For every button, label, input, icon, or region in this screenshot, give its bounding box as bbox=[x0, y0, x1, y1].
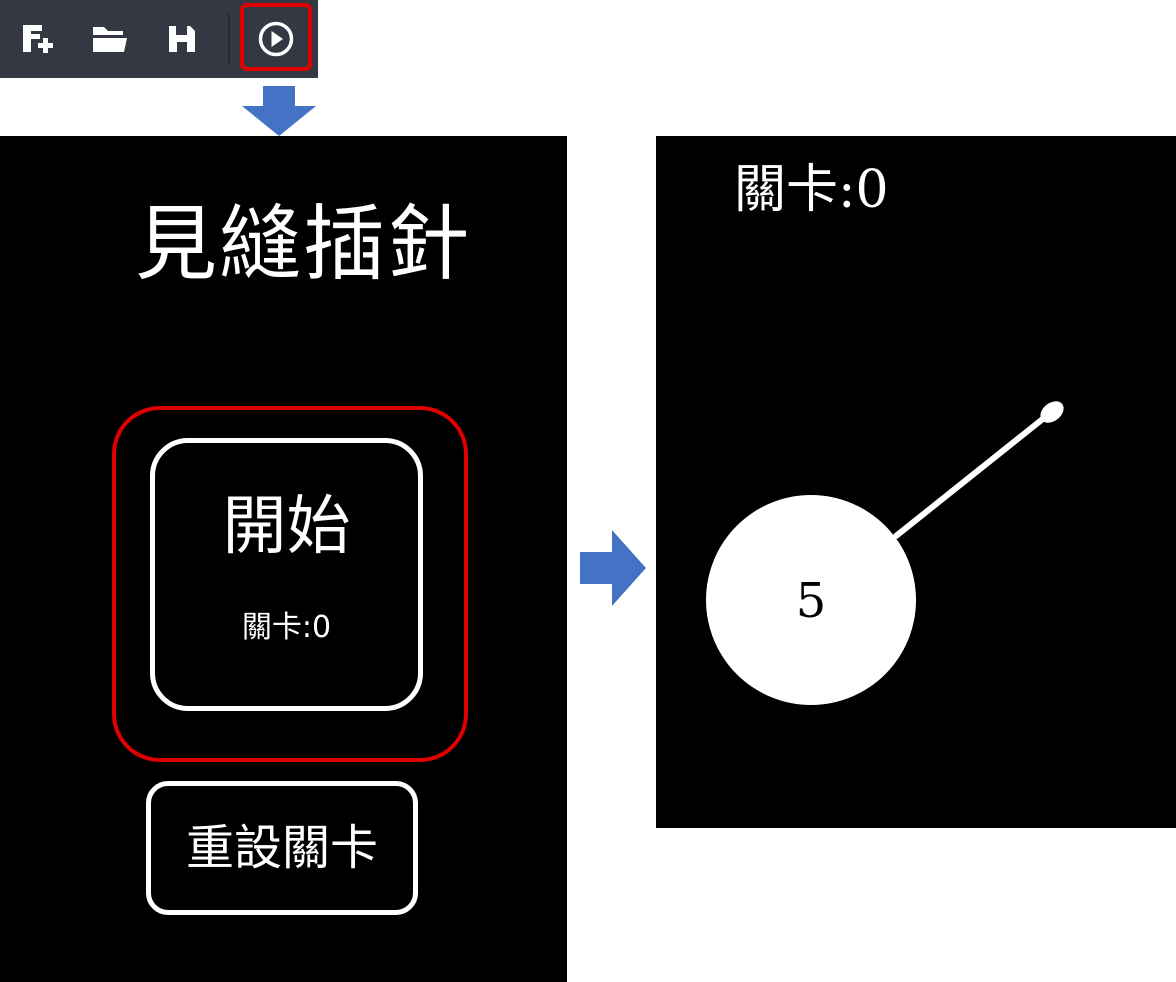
arrow-down-icon bbox=[242, 86, 316, 136]
target-circle-value: 5 bbox=[796, 573, 827, 629]
editor-toolbar bbox=[0, 0, 318, 78]
reset-level-button[interactable]: 重設關卡 bbox=[146, 781, 418, 915]
add-file-icon bbox=[23, 25, 53, 53]
new-project-button[interactable] bbox=[15, 17, 59, 61]
arrow-right-icon bbox=[580, 530, 646, 606]
play-circle-icon bbox=[258, 21, 294, 57]
game-canvas[interactable]: 5 bbox=[656, 136, 1176, 828]
gameplay-screen: 關卡:0 5 bbox=[656, 136, 1176, 828]
folder-open-icon bbox=[93, 27, 127, 52]
toolbar-separator bbox=[228, 14, 230, 64]
open-project-button[interactable] bbox=[88, 17, 132, 61]
save-project-button[interactable] bbox=[160, 17, 204, 61]
game-menu-screen: 見縫插針 開始 關卡:0 重設關卡 bbox=[0, 136, 567, 982]
run-button[interactable] bbox=[254, 17, 298, 61]
start-button-level-text: 關卡:0 bbox=[241, 610, 332, 645]
start-button[interactable]: 開始 關卡:0 bbox=[150, 438, 423, 711]
start-button-label: 開始 bbox=[222, 490, 351, 564]
stuck-pin-shaft bbox=[893, 407, 1057, 539]
game-title: 見縫插針 bbox=[134, 197, 471, 292]
save-icon bbox=[169, 26, 195, 52]
reset-level-label: 重設關卡 bbox=[185, 820, 378, 876]
